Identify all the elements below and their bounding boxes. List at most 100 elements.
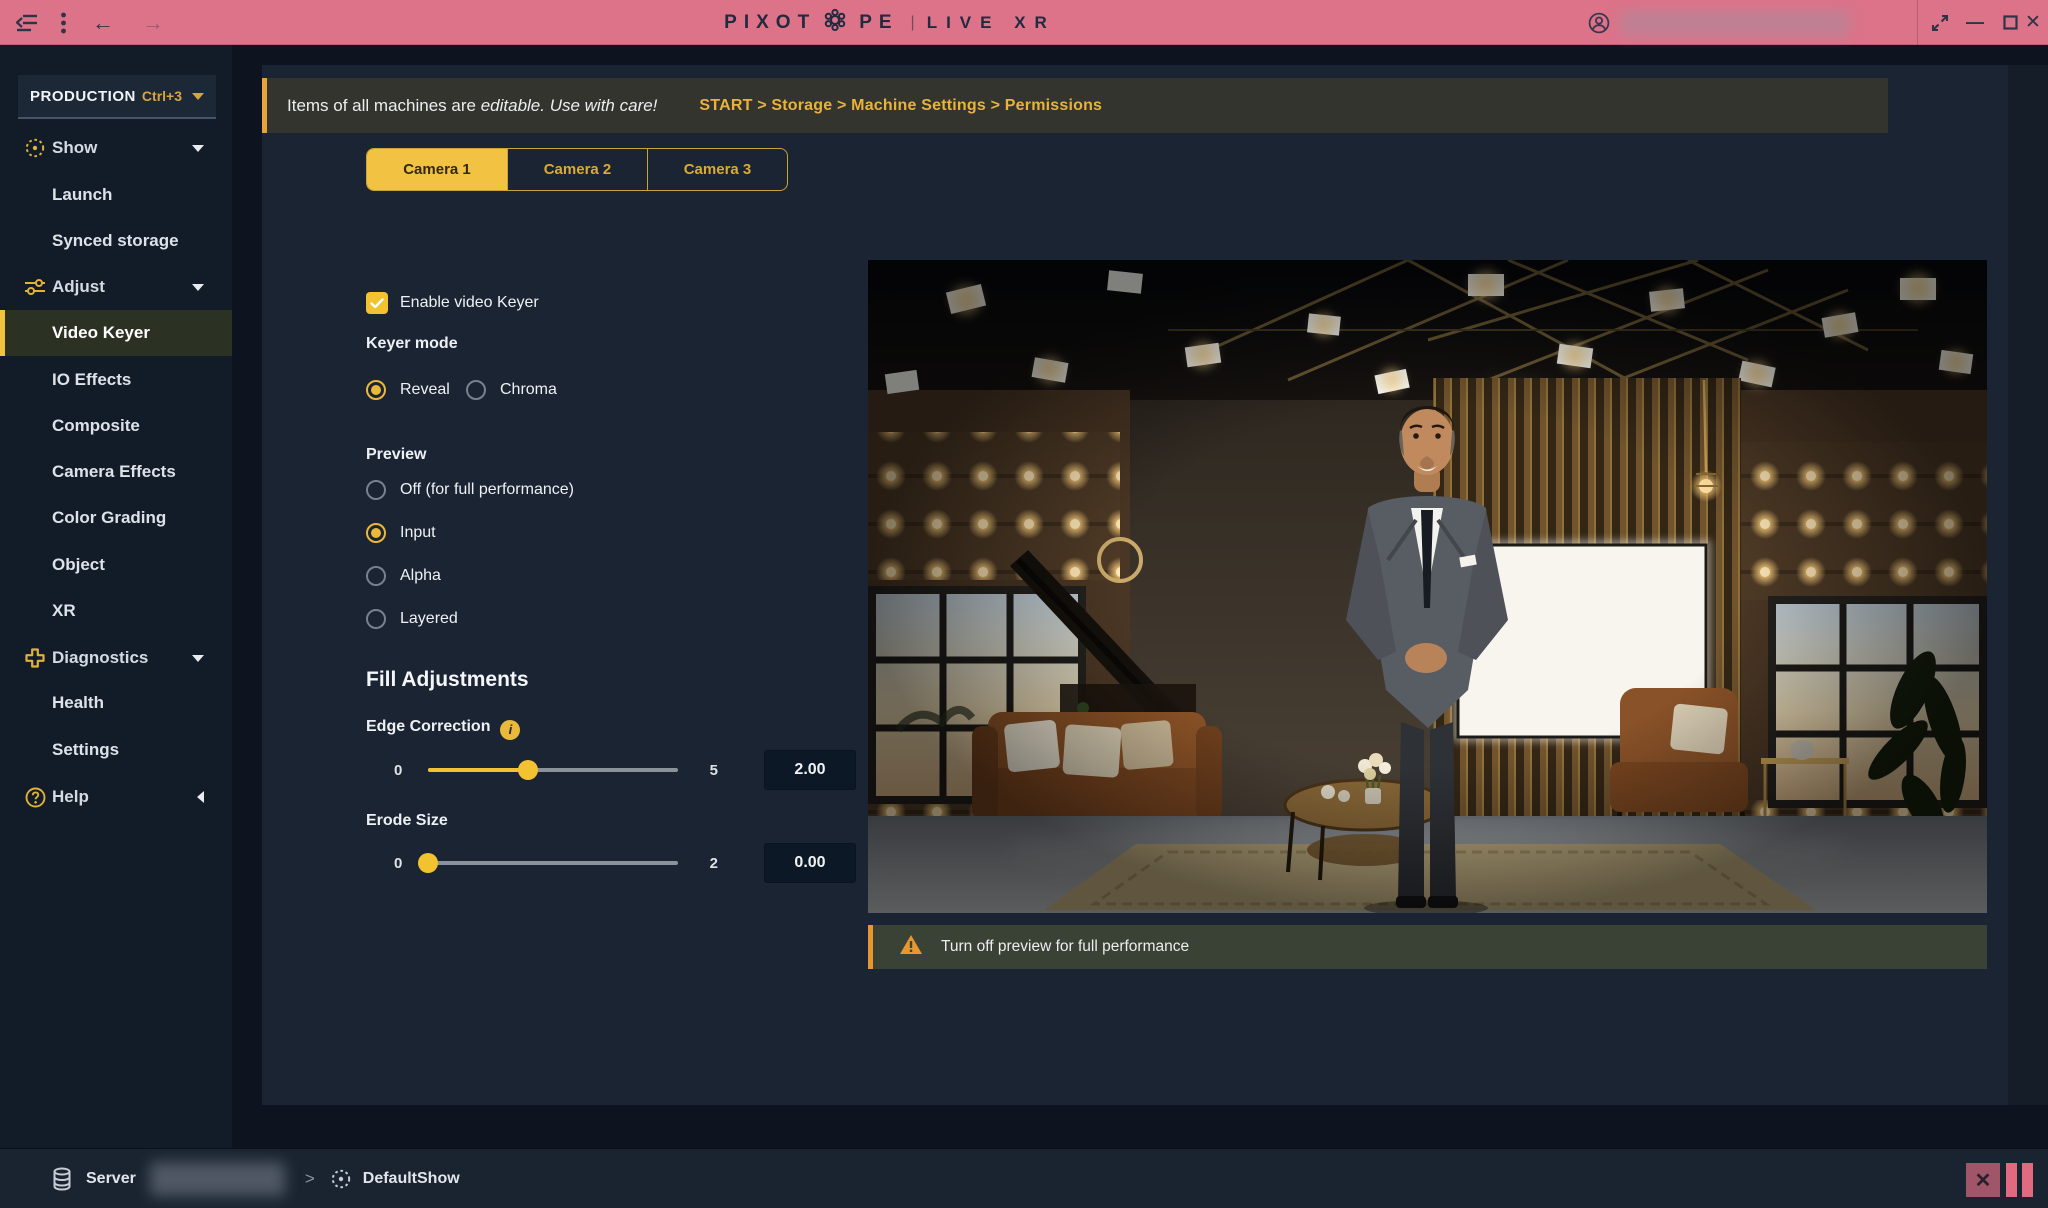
- tab-camera-1[interactable]: Camera 1: [367, 149, 507, 190]
- server-name-redacted: [150, 1162, 285, 1196]
- sidebar-item-launch[interactable]: Launch: [0, 172, 232, 218]
- chevron-right-icon: >: [305, 1169, 315, 1189]
- erode-size-slider-row: 0 2 0.00: [394, 843, 856, 883]
- warning-text: Turn off preview for full performance: [941, 938, 1189, 956]
- keyer-mode-chroma-option[interactable]: Chroma: [466, 380, 557, 400]
- slider-min-label: 0: [394, 762, 420, 779]
- fill-adjustments-title: Fill Adjustments: [366, 668, 529, 692]
- scroll-gutter[interactable]: [2008, 65, 2048, 1105]
- mode-selector-production[interactable]: PRODUCTION Ctrl+3: [18, 75, 216, 119]
- status-indicator-bar: [2022, 1163, 2033, 1197]
- radio-selected-icon[interactable]: [366, 380, 386, 400]
- radio-unselected-icon[interactable]: [366, 480, 386, 500]
- chevron-down-icon: [192, 284, 204, 291]
- tab-camera-3[interactable]: Camera 3: [647, 149, 787, 190]
- sidebar-item-io-effects[interactable]: IO Effects: [0, 357, 232, 403]
- radio-unselected-icon[interactable]: [366, 566, 386, 586]
- sidebar-item-health[interactable]: Health: [0, 680, 232, 726]
- forward-button[interactable]: →: [136, 0, 170, 45]
- slider-fill: [428, 768, 528, 772]
- pixotope-gear-o-icon: [823, 8, 847, 37]
- breadcrumb[interactable]: START > Storage > Machine Settings > Per…: [699, 97, 1102, 115]
- sidebar-item-xr[interactable]: XR: [0, 588, 232, 634]
- status-indicator-bar: [2006, 1163, 2017, 1197]
- edge-correction-label: Edge Correctioni: [366, 718, 520, 740]
- minimize-button[interactable]: —: [1960, 0, 1990, 45]
- preview-alpha-option[interactable]: Alpha: [366, 566, 441, 586]
- preview-layered-option[interactable]: Layered: [366, 609, 458, 629]
- close-button[interactable]: ✕: [2018, 0, 2048, 45]
- mode-shortcut: Ctrl+3: [142, 88, 182, 104]
- slider-thumb[interactable]: [418, 853, 438, 873]
- editable-warning-banner: Items of all machines are editable. Use …: [262, 78, 1888, 133]
- sidebar-item-diagnostics[interactable]: Diagnostics: [0, 635, 232, 681]
- help-icon: [24, 786, 46, 808]
- logo-separator: |: [911, 14, 915, 32]
- product-name: LIVE XR: [927, 13, 1056, 33]
- warning-triangle-icon: [899, 934, 923, 960]
- titlebar-divider: [1917, 0, 1918, 45]
- disconnect-button[interactable]: ✕: [1966, 1163, 2000, 1197]
- preview-label: Preview: [366, 446, 426, 464]
- chevron-down-icon: [192, 93, 204, 100]
- preview-off-option[interactable]: Off (for full performance): [366, 480, 574, 500]
- brand-text-left: PIXOT: [724, 12, 816, 34]
- tab-camera-2[interactable]: Camera 2: [507, 149, 647, 190]
- sidebar-item-video-keyer[interactable]: Video Keyer: [0, 310, 232, 356]
- kebab-menu-icon[interactable]: [50, 0, 76, 45]
- pixotope-live-xr-window: ← → PIXOT PE | LIVE XR — ✕ PRODUCTION Ctr…: [0, 0, 2048, 1208]
- pixotope-logo: PIXOT PE | LIVE XR: [690, 0, 1090, 45]
- chevron-left-icon: [197, 791, 204, 803]
- detach-window-icon[interactable]: [1925, 0, 1955, 45]
- statusbar: Server > DefaultShow ✕: [0, 1148, 2048, 1208]
- brand-text-right: PE: [859, 12, 898, 34]
- slider-max-label: 5: [692, 762, 718, 779]
- erode-size-slider[interactable]: [428, 861, 678, 865]
- show-icon: [331, 1169, 351, 1189]
- show-icon: [24, 137, 46, 159]
- radio-unselected-icon[interactable]: [466, 380, 486, 400]
- server-label: Server: [86, 1170, 136, 1188]
- back-button[interactable]: ←: [86, 0, 120, 45]
- diagnostics-icon: [24, 647, 46, 669]
- sidebar-item-color-grading[interactable]: Color Grading: [0, 495, 232, 541]
- enable-video-keyer-label: Enable video Keyer: [400, 294, 539, 312]
- edge-correction-value[interactable]: 2.00: [764, 750, 856, 790]
- chevron-down-icon: [192, 655, 204, 662]
- enable-video-keyer-row[interactable]: Enable video Keyer: [366, 292, 539, 314]
- user-account-icon[interactable]: [1584, 0, 1614, 45]
- server-icon: [52, 1167, 72, 1191]
- studio-scene: [868, 260, 1987, 913]
- sidebar-item-synced-storage[interactable]: Synced storage: [0, 218, 232, 264]
- sidebar-item-camera-effects[interactable]: Camera Effects: [0, 449, 232, 495]
- preview-performance-warning: Turn off preview for full performance: [868, 925, 1987, 969]
- radio-selected-icon[interactable]: [366, 523, 386, 543]
- banner-message: Items of all machines are editable. Use …: [287, 96, 657, 116]
- keyer-mode-reveal-option[interactable]: Reveal: [366, 380, 450, 400]
- radio-unselected-icon[interactable]: [366, 609, 386, 629]
- titlebar: ← → PIXOT PE | LIVE XR — ✕: [0, 0, 2048, 45]
- sidebar-item-adjust[interactable]: Adjust: [0, 264, 232, 310]
- camera-tabs: Camera 1 Camera 2 Camera 3: [366, 148, 788, 191]
- keyer-mode-label: Keyer mode: [366, 335, 458, 353]
- current-show-name[interactable]: DefaultShow: [363, 1170, 460, 1188]
- erode-size-value[interactable]: 0.00: [764, 843, 856, 883]
- username-redacted: [1620, 10, 1850, 36]
- enable-video-keyer-checkbox[interactable]: [366, 292, 388, 314]
- sidebar-item-settings[interactable]: Settings: [0, 727, 232, 773]
- info-icon[interactable]: i: [500, 720, 520, 740]
- slider-max-label: 2: [692, 855, 718, 872]
- chevron-down-icon: [192, 145, 204, 152]
- sidebar-item-help[interactable]: Help: [0, 774, 232, 820]
- sidebar-item-object[interactable]: Object: [0, 542, 232, 588]
- slider-min-label: 0: [394, 855, 420, 872]
- edge-correction-slider[interactable]: [428, 768, 678, 772]
- preview-input-option[interactable]: Input: [366, 523, 436, 543]
- vignette: [868, 260, 1987, 913]
- collapse-sidebar-icon[interactable]: [10, 0, 44, 45]
- adjust-icon: [24, 276, 46, 298]
- slider-thumb[interactable]: [518, 760, 538, 780]
- sidebar-item-composite[interactable]: Composite: [0, 403, 232, 449]
- sidebar-item-show[interactable]: Show: [0, 125, 232, 171]
- erode-size-label: Erode Size: [366, 812, 448, 830]
